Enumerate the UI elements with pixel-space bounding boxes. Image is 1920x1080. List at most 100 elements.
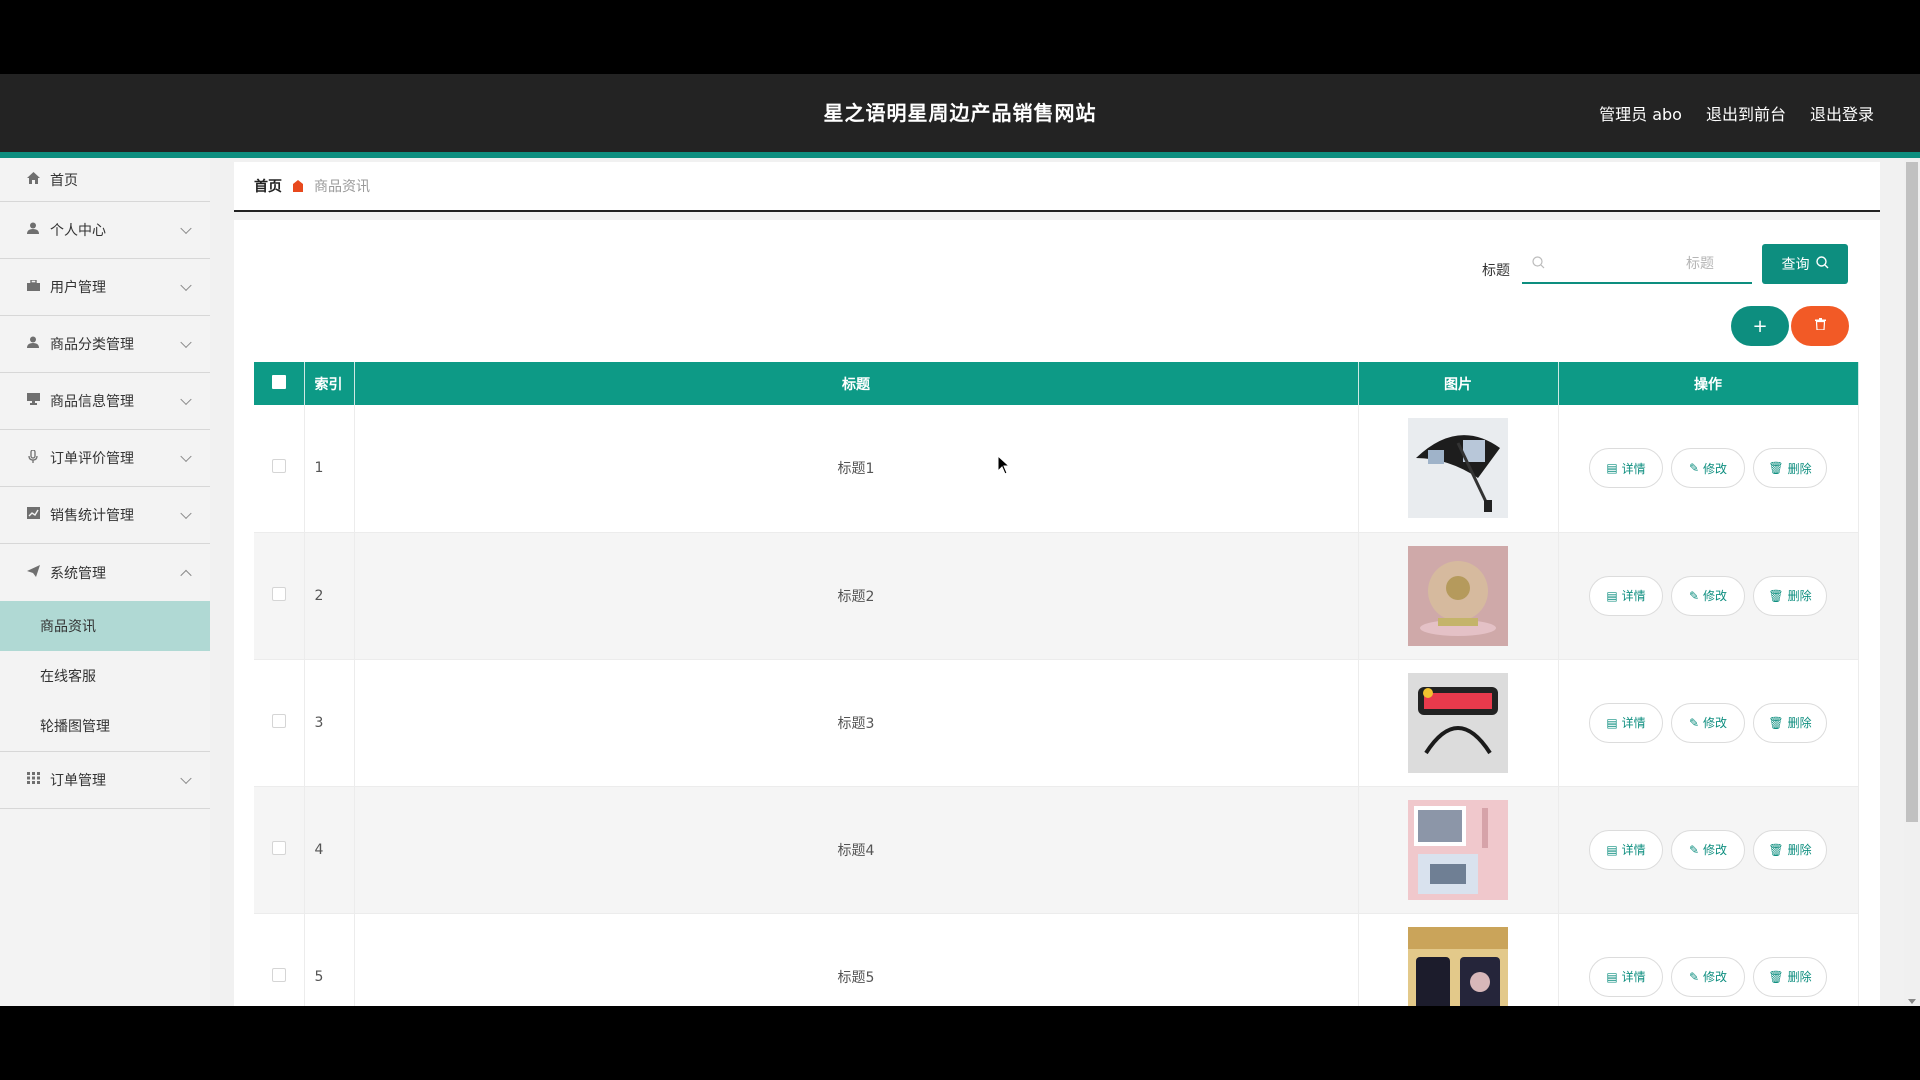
row-checkbox[interactable] [271,459,286,474]
sidebar-item-system-management[interactable]: 系统管理 [0,544,210,601]
edit-button[interactable]: ✎ 修改 [1671,575,1745,616]
detail-button[interactable]: ▤ 详情 [1589,956,1663,997]
scrollbar-thumb[interactable] [1906,162,1918,822]
sidebar-item-label: 个人中心 [50,223,106,239]
edit-label: 修改 [1703,716,1728,730]
row-checkbox[interactable] [271,586,286,601]
back-to-frontend-link[interactable]: 退出到前台 [1706,101,1786,125]
trash-icon: 🗑 [1768,842,1784,857]
row-title: 标题2 [354,532,1359,660]
sidebar-item-category-management[interactable]: 商品分类管理 [0,316,210,373]
scroll-down-arrow-icon[interactable] [1908,999,1916,1004]
detail-label: 详情 [1621,843,1646,857]
edit-button[interactable]: ✎ 修改 [1671,956,1745,997]
chevron-down-icon [180,507,192,520]
user-icon [24,222,42,238]
logout-link[interactable]: 退出登录 [1810,101,1874,125]
sidebar-subitem-carousel-management[interactable]: 轮播图管理 [0,701,210,751]
letterbox-bottom [0,1006,1920,1080]
chevron-down-icon [180,450,192,463]
edit-label: 修改 [1703,589,1728,603]
detail-button[interactable]: ▤ 详情 [1589,702,1663,743]
row-ops-cell: ▤ 详情 ✎ 修改 🗑 删除 [1558,786,1859,914]
detail-label: 详情 [1621,589,1646,603]
system-management-submenu: 商品资讯 在线客服 轮播图管理 [0,601,210,752]
mug-photo[interactable] [1408,926,1508,1007]
delete-button[interactable]: 🗑 删除 [1753,829,1827,870]
row-checkbox-cell [254,659,305,787]
delete-button[interactable]: 🗑 删除 [1753,956,1827,997]
umbrella-photo[interactable] [1408,418,1508,519]
add-button[interactable]: + [1731,306,1789,346]
sidebar-item-order-management[interactable]: 订单管理 [0,752,210,809]
row-ops-cell: ▤ 详情 ✎ 修改 🗑 删除 [1558,659,1859,787]
detail-button[interactable]: ▤ 详情 [1589,829,1663,870]
document-icon: ▤ [1606,842,1618,857]
delete-button[interactable]: 🗑 删除 [1753,575,1827,616]
breadcrumb-home-link[interactable]: 首页 [254,176,282,196]
document-icon: ▤ [1606,588,1618,603]
crystal-ball-photo[interactable] [1408,545,1508,646]
row-image-cell [1358,659,1559,787]
row-image-cell [1358,532,1559,660]
sidebar-item-personal-center[interactable]: 个人中心 [0,202,210,259]
detail-button[interactable]: ▤ 详情 [1589,448,1663,489]
trash-icon: 🗑 [1768,461,1784,476]
briefcase-icon [24,278,42,295]
detail-button[interactable]: ▤ 详情 [1589,575,1663,616]
search-icon [1815,255,1829,273]
sidebar-item-sales-statistics[interactable]: 销售统计管理 [0,487,210,544]
breadcrumb-current: 商品资讯 [314,179,370,195]
detail-label: 详情 [1621,970,1646,984]
edit-label: 修改 [1703,843,1728,857]
edit-button[interactable]: ✎ 修改 [1671,829,1745,870]
row-ops-cell: ▤ 详情 ✎ 修改 🗑 删除 [1558,532,1859,660]
row-title: 标题5 [354,913,1359,1006]
row-title: 标题3 [354,659,1359,787]
sidebar-subitem-online-service[interactable]: 在线客服 [0,651,210,701]
send-icon [24,564,42,581]
sidebar-item-order-review-management[interactable]: 订单评价管理 [0,430,210,487]
edit-button[interactable]: ✎ 修改 [1671,702,1745,743]
row-index: 5 [304,913,355,1006]
sidebar-item-product-management[interactable]: 商品信息管理 [0,373,210,430]
row-checkbox[interactable] [271,967,286,982]
search-field [1522,244,1752,284]
sidebar-item-home[interactable]: 首页 [0,158,210,202]
user-icon [24,336,42,352]
column-header-title: 标题 [354,362,1359,405]
row-checkbox[interactable] [271,840,286,855]
row-checkbox[interactable] [271,713,286,728]
table-row: 5 标题5 ▤ 详情 ✎ 修改 🗑 删除 [254,913,1859,1007]
edit-icon: ✎ [1688,715,1700,730]
trash-icon [1814,318,1826,334]
trash-icon: 🗑 [1768,588,1784,603]
search-input[interactable] [1554,255,1714,271]
query-button[interactable]: 查询 [1762,244,1848,284]
edit-icon: ✎ [1688,842,1700,857]
sidebar-item-user-management[interactable]: 用户管理 [0,259,210,316]
sidebar-subitem-product-news[interactable]: 商品资讯 [0,601,210,651]
search-label: 标题 [1482,263,1510,279]
row-image-cell [1358,405,1559,533]
sidebar: 首页 个人中心 用户管理 商品分类管理 商品信息管理 订单评价管理 销售统计管理… [0,158,210,1006]
row-image-cell [1358,913,1559,1007]
table-row: 3 标题3 ▤ 详情 ✎ 修改 🗑 删除 [254,659,1859,787]
search-icon [1532,256,1546,270]
edit-icon: ✎ [1688,588,1700,603]
row-image-cell [1358,786,1559,914]
headband-photo[interactable] [1408,672,1508,773]
delete-button[interactable]: 🗑 删除 [1753,448,1827,489]
delete-button[interactable]: 🗑 删除 [1753,702,1827,743]
row-index: 1 [304,405,355,533]
header-links: 管理员 abo 退出到前台 退出登录 [1599,74,1874,152]
batch-delete-button[interactable] [1791,306,1849,346]
chart-icon [24,507,42,523]
photo-card-photo[interactable] [1408,799,1508,900]
admin-user-link[interactable]: 管理员 abo [1599,101,1682,125]
breadcrumb: 首页 商品资讯 [234,162,1880,212]
edit-button[interactable]: ✎ 修改 [1671,448,1745,489]
row-title: 标题1 [354,405,1359,533]
select-all-checkbox[interactable] [271,374,286,389]
page-scrollbar[interactable] [1904,158,1920,1006]
